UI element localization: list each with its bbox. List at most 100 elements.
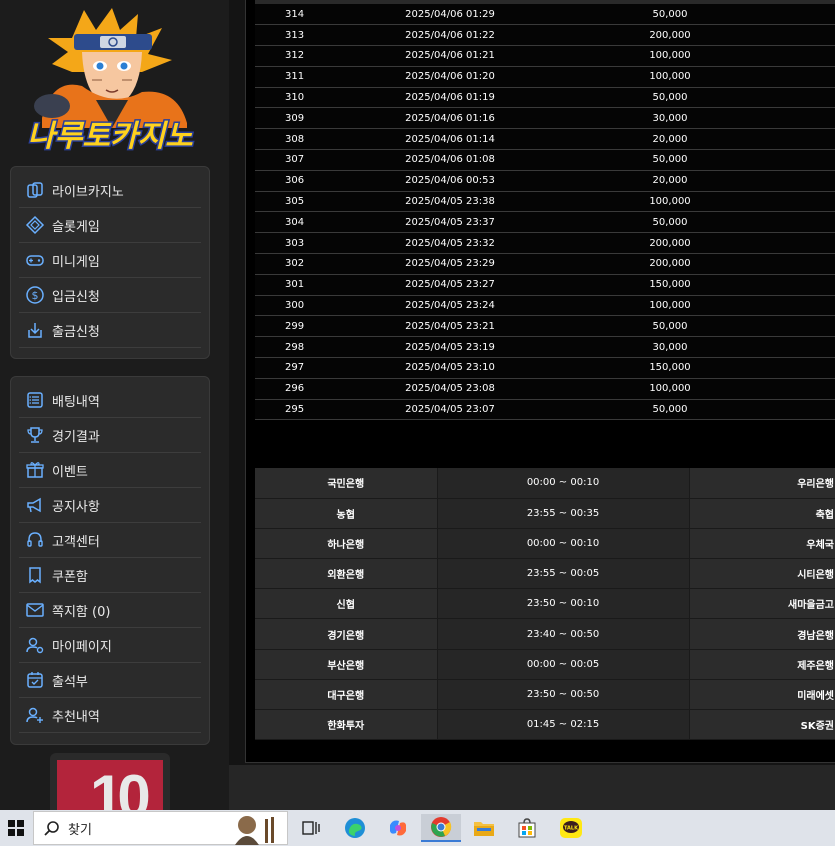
sidebar-item-gamepad[interactable]: 미니게임 [19,243,201,278]
logo-text: 나루토카지노 [27,119,193,154]
cell-bank2: 우체국 [689,528,835,560]
table-row: 경기은행 23:40 ~ 00:50 경남은행 [255,618,835,650]
sidebar-item-coupon[interactable]: 쿠폰함 [19,558,201,593]
cell-time: 23:55 ~ 00:05 [437,558,690,590]
cell-time: 23:50 ~ 00:10 [437,588,690,620]
cell-no: 299 [255,315,330,338]
svg-text:$: $ [32,289,39,302]
taskbar-chrome[interactable] [421,814,461,842]
cell-date: 2025/04/06 01:21 [330,45,570,67]
cell-date: 2025/04/05 23:27 [330,274,570,296]
promo-banner[interactable]: 10 [50,753,170,810]
chrome-browser-icon [431,817,452,837]
sidebar-item-headset[interactable]: 고객센터 [19,523,201,558]
taskbar-search[interactable]: 찾기 [33,811,288,845]
cell-amount: 150,000 [570,357,770,379]
cell-amount: 100,000 [570,191,770,213]
cell-no: 297 [255,357,330,379]
sidebar-item-label: 공지사항 [52,499,100,515]
deposit-history-table: 314 2025/04/06 01:29 50,000 313 2025/04/06 0… [255,4,835,421]
table-row: 한화투자 01:45 ~ 02:15 SK증권 [255,709,835,741]
sidebar-item-label: 입금신청 [52,289,100,305]
table-row: 305 2025/04/05 23:38 100,000 [255,191,835,213]
sidebar-item-megaphone[interactable]: 공지사항 [19,488,201,523]
main-menu: 라이브카지노 슬롯게임 미니게임 $ 입금신청출금신청 [10,166,210,359]
cell-date: 2025/04/06 01:29 [330,4,570,26]
cell-bank: 하나은행 [255,528,438,560]
cell-no: 308 [255,128,330,151]
footer-strip [229,765,835,810]
taskbar-copilot[interactable] [383,814,413,842]
taskbar-edge[interactable] [340,814,370,842]
table-row: 306 2025/04/06 00:53 20,000 [255,170,835,192]
search-icon [44,821,59,836]
cell-time: 23:55 ~ 00:35 [437,498,690,529]
main-content: 314 2025/04/06 01:29 50,000 313 2025/04/06 0… [229,0,835,810]
cell-date: 2025/04/06 01:22 [330,24,570,47]
cell-bank: 경기은행 [255,618,438,650]
cell-time: 23:50 ~ 00:50 [437,679,690,711]
sidebar-item-label: 쪽지함 (0) [52,604,111,620]
sidebar-item-calendar-check[interactable]: 출석부 [19,663,201,698]
task-view-button[interactable] [296,814,326,842]
folder-icon [474,822,494,836]
cell-no: 306 [255,170,330,192]
sidebar-item-mail[interactable]: 쪽지함 (0) [19,593,201,628]
cell-date: 2025/04/06 01:20 [330,66,570,88]
trophy-icon [25,425,45,445]
cell-no: 304 [255,211,330,234]
cell-amount: 50,000 [570,315,770,338]
cell-bank: 대구은행 [255,679,438,711]
sidebar-item-user-gear[interactable]: 마이페이지 [19,628,201,663]
cell-bank: 한화투자 [255,709,438,741]
taskbar-kakaotalk[interactable]: TALK [556,814,586,842]
headset-icon [25,530,45,550]
cell-bank2: 축협 [689,498,835,529]
taskbar-store[interactable] [512,814,542,842]
sidebar-item-dollar[interactable]: $ 입금신청 [19,278,201,313]
cell-no: 314 [255,4,330,26]
cell-date: 2025/04/05 23:37 [330,211,570,234]
cell-bank: 농협 [255,498,438,529]
cell-no: 303 [255,232,330,255]
cell-time: 00:00 ~ 00:05 [437,649,690,680]
cell-date: 2025/04/05 23:32 [330,232,570,255]
user-plus-icon [25,705,45,725]
cell-amount: 100,000 [570,45,770,67]
sidebar-item-cards[interactable]: 라이브카지노 [19,173,201,208]
site-logo[interactable]: 나루토카지노 [12,8,208,158]
task-view-icon [302,821,320,835]
cell-amount: 50,000 [570,87,770,109]
cell-date: 2025/04/06 00:53 [330,170,570,192]
cell-date: 2025/04/05 23:10 [330,357,570,379]
table-row: 313 2025/04/06 01:22 200,000 [255,24,835,47]
cell-no: 313 [255,24,330,47]
sidebar-item-list[interactable]: 배팅내역 [19,383,201,418]
cell-amount: 150,000 [570,274,770,296]
cell-date: 2025/04/06 01:14 [330,128,570,151]
svg-text:TALK: TALK [564,826,579,832]
sidebar-item-diamond[interactable]: 슬롯게임 [19,208,201,243]
sidebar-item-gift[interactable]: 이벤트 [19,453,201,488]
cell-date: 2025/04/05 23:29 [330,253,570,275]
store-icon [518,818,536,838]
cell-bank2: 새마을금고 [689,588,835,620]
sidebar-item-user-plus[interactable]: 추천내역 [19,698,201,733]
cell-date: 2025/04/06 01:08 [330,149,570,171]
cell-date: 2025/04/06 01:16 [330,107,570,130]
table-row: 304 2025/04/05 23:37 50,000 [255,211,835,234]
start-button[interactable] [4,816,28,840]
table-row: 314 2025/04/06 01:29 50,000 [255,4,835,26]
search-highlight-image [235,816,274,845]
table-row: 신협 23:50 ~ 00:10 새마을금고 [255,588,835,620]
sidebar-item-label: 추천내역 [52,709,100,725]
cell-bank2: 미래에셋 [689,679,835,711]
table-row: 296 2025/04/05 23:08 100,000 [255,378,835,400]
cell-amount: 200,000 [570,232,770,255]
taskbar-file-explorer[interactable] [469,814,499,842]
sidebar-item-trophy[interactable]: 경기결과 [19,418,201,453]
cell-no: 302 [255,253,330,275]
sidebar-item-withdraw[interactable]: 출금신청 [19,313,201,348]
cell-amount: 30,000 [570,336,770,359]
mail-icon [25,600,45,620]
